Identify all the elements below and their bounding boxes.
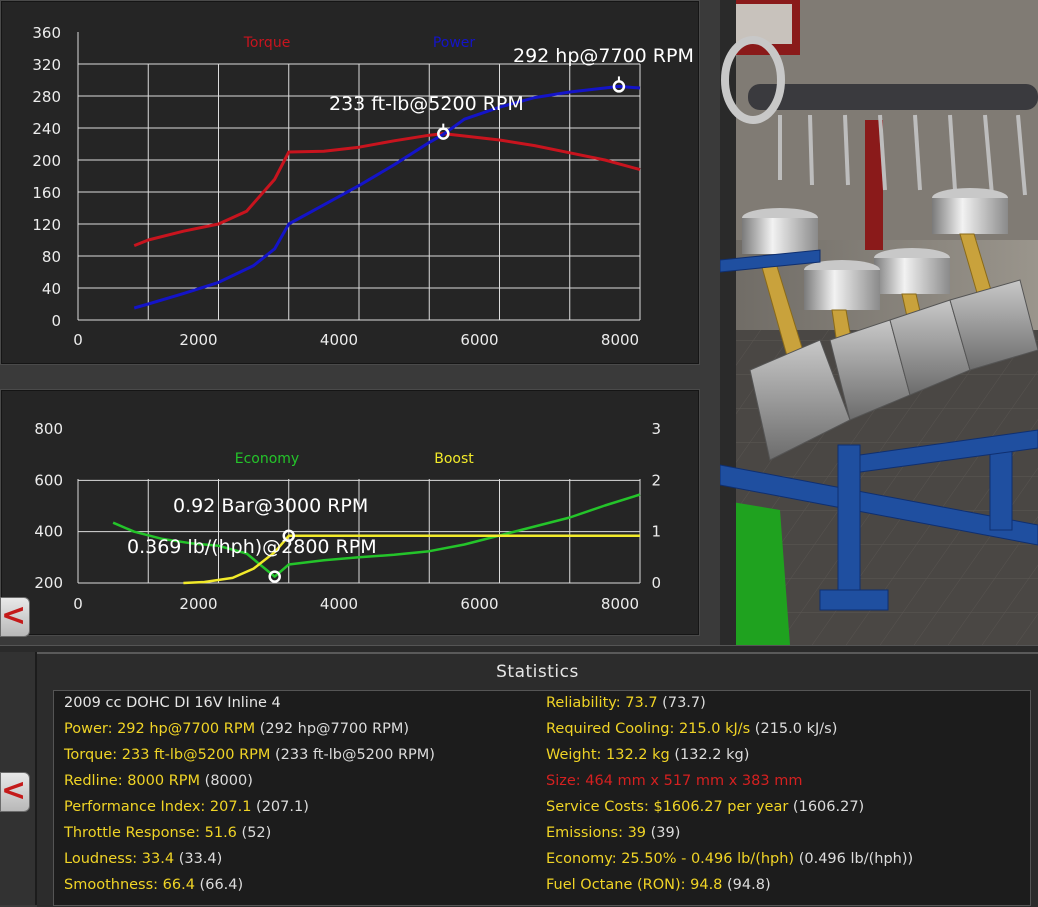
x-tick-label: 2000	[179, 595, 217, 613]
stat-label: Emissions: 39	[546, 825, 647, 841]
x-tick-label: 4000	[320, 595, 358, 613]
stat-label: Required Cooling: 215.0 kJ/s	[546, 721, 751, 737]
stat-label: Power: 292 hp@7700 RPM	[64, 721, 256, 737]
stat-row: Weight: 132.2 kg (132.2 kg)	[546, 744, 749, 766]
x-tick-label: 8000	[601, 331, 639, 349]
stat-label: 2009 cc DOHC DI 16V Inline 4	[64, 695, 281, 711]
stat-reference-value: (39)	[646, 825, 681, 841]
y-tick-label: 200	[32, 152, 61, 170]
chevron-left-icon: <	[1, 773, 27, 808]
stat-label: Service Costs: $1606.27 per year	[546, 799, 789, 815]
collapse-charts-button[interactable]: <	[0, 597, 30, 637]
torque-curve	[133, 132, 641, 247]
stat-reference-value: (132.2 kg)	[669, 747, 750, 763]
stat-row: Loudness: 33.4 (33.4)	[64, 848, 222, 870]
economy-min-label: 0.369 lb/(hph)@2800 RPM	[127, 536, 377, 558]
engine-3d-viewport[interactable]	[720, 0, 1038, 645]
chevron-left-icon: <	[1, 598, 27, 633]
stat-row: Redline: 8000 RPM (8000)	[64, 770, 253, 792]
x-tick-label: 8000	[601, 595, 639, 613]
collapse-stats-button[interactable]: <	[0, 772, 30, 812]
y-tick-label: 280	[32, 88, 61, 106]
statistics-list: 2009 cc DOHC DI 16V Inline 4 Power: 292 h…	[53, 690, 1031, 906]
economy-boost-chart: 800 600 400 200 3 2 1 0 0 2000 4000 6000 8000 Economy…	[34, 420, 661, 613]
y-left-tick-label: 400	[34, 523, 63, 541]
stat-reference-value: (33.4)	[174, 851, 223, 867]
stat-label: Redline: 8000 RPM	[64, 773, 201, 789]
stat-row: 2009 cc DOHC DI 16V Inline 4	[64, 692, 281, 714]
x-tick-label: 0	[73, 331, 83, 349]
stat-label: Torque: 233 ft-lb@5200 RPM	[64, 747, 271, 763]
y-tick-label: 320	[32, 56, 61, 74]
stat-row: Performance Index: 207.1 (207.1)	[64, 796, 309, 818]
stat-label: Weight: 132.2 kg	[546, 747, 670, 763]
power-peak-label: 292 hp@7700 RPM	[513, 45, 694, 67]
stat-label: Reliability: 73.7	[546, 695, 658, 711]
stat-reference-value: (292 hp@7700 RPM)	[255, 721, 410, 737]
stat-label: Size: 464 mm x 517 mm x 383 mm	[546, 773, 803, 789]
stat-label: Performance Index: 207.1	[64, 799, 252, 815]
stat-reference-value: (52)	[236, 825, 272, 841]
x-tick-label: 4000	[320, 331, 358, 349]
stat-reference-value: (215.0 kJ/s)	[750, 721, 838, 737]
y-tick-label: 240	[32, 120, 61, 138]
stat-row: Fuel Octane (RON): 94.8 (94.8)	[546, 874, 771, 896]
torque-peak-label: 233 ft-lb@5200 RPM	[329, 93, 524, 115]
stat-row: Service Costs: $1606.27 per year (1606.2…	[546, 796, 864, 818]
y-tick-label: 0	[51, 312, 61, 330]
stat-row: Smoothness: 66.4 (66.4)	[64, 874, 243, 896]
stat-row: Size: 464 mm x 517 mm x 383 mm	[546, 770, 802, 792]
y-right-tick-label: 0	[651, 574, 661, 592]
stat-reference-value: (233 ft-lb@5200 RPM)	[270, 747, 435, 763]
stat-reference-value: (8000)	[200, 773, 253, 789]
legend-power: Power	[433, 35, 476, 51]
statistics-panel: Statistics 2009 cc DOHC DI 16V Inline 4 P…	[37, 652, 1038, 907]
stat-label: Loudness: 33.4	[64, 851, 175, 867]
stat-reference-value: (66.4)	[194, 877, 244, 893]
y-left-tick-label: 200	[34, 574, 63, 592]
stat-row: Power: 292 hp@7700 RPM (292 hp@7700 RPM)	[64, 718, 409, 740]
legend-torque: Torque	[243, 35, 291, 51]
stat-label: Economy: 25.50% - 0.496 lb/(hph)	[546, 851, 795, 867]
stat-row: Throttle Response: 51.6 (52)	[64, 822, 271, 844]
y-tick-label: 360	[32, 24, 61, 42]
stat-row: Emissions: 39 (39)	[546, 822, 680, 844]
stat-label: Fuel Octane (RON): 94.8	[546, 877, 723, 893]
stat-reference-value: (1606.27)	[788, 799, 865, 815]
y-left-tick-label: 800	[34, 420, 63, 438]
stat-row: Reliability: 73.7 (73.7)	[546, 692, 706, 714]
stat-label: Throttle Response: 51.6	[64, 825, 237, 841]
economy-boost-chart-panel: 800 600 400 200 3 2 1 0 0 2000 4000 6000 8000 Economy…	[0, 389, 700, 636]
x-tick-label: 6000	[460, 595, 498, 613]
torque-power-chart: 360320280240200160120804000 2000 4000 6000 8…	[32, 24, 694, 349]
stat-reference-value: (207.1)	[251, 799, 309, 815]
legend-boost: Boost	[434, 451, 474, 467]
y-left-tick-label: 600	[34, 471, 63, 489]
y-right-tick-label: 2	[651, 471, 661, 489]
stat-row: Economy: 25.50% - 0.496 lb/(hph) (0.496 …	[546, 848, 913, 870]
statistics-title: Statistics	[496, 662, 579, 682]
stat-label: Smoothness: 66.4	[64, 877, 195, 893]
boost-peak-label: 0.92 Bar@3000 RPM	[173, 495, 368, 517]
x-tick-label: 0	[73, 595, 83, 613]
stat-reference-value: (73.7)	[657, 695, 706, 711]
y-tick-label: 120	[32, 216, 61, 234]
stat-row: Required Cooling: 215.0 kJ/s (215.0 kJ/s…	[546, 718, 837, 740]
y-tick-label: 40	[42, 280, 61, 298]
stat-row: Torque: 233 ft-lb@5200 RPM (233 ft-lb@52…	[64, 744, 435, 766]
x-tick-label: 2000	[179, 331, 217, 349]
y-tick-label: 160	[32, 184, 61, 202]
engine-render	[720, 0, 1038, 645]
power-curve	[133, 84, 641, 310]
torque-power-chart-panel: 360 320 280 240 200 160 120 80 40 0 0 2000 4000 6000 8…	[0, 0, 700, 365]
y-right-tick-label: 3	[651, 420, 661, 438]
y-tick-label: 80	[42, 248, 61, 266]
stat-reference-value: (94.8)	[722, 877, 771, 893]
x-tick-label: 6000	[460, 331, 498, 349]
legend-economy: Economy	[235, 451, 299, 467]
stat-reference-value: (0.496 lb/(hph))	[794, 851, 914, 867]
y-right-tick-label: 1	[651, 523, 661, 541]
